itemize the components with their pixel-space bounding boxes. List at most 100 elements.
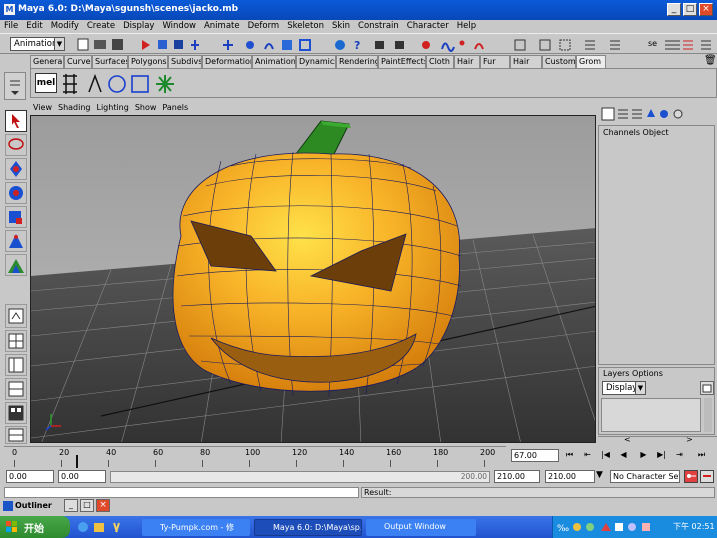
character-set-field[interactable]: No Character Set: [610, 470, 680, 483]
taskbar-item-output-window[interactable]: Output Window: [366, 519, 476, 536]
shelf-tab-hair-2[interactable]: Hair: [510, 55, 542, 68]
shelf-icons[interactable]: [59, 72, 179, 96]
close-button[interactable]: ×: [699, 3, 713, 16]
viewport-canvas[interactable]: [31, 116, 596, 443]
menu-modify[interactable]: Modify: [47, 20, 83, 32]
maximize-button[interactable]: □: [683, 3, 697, 16]
shelf-tab-rendering[interactable]: Rendering: [336, 55, 378, 68]
layout-single-button[interactable]: [5, 304, 27, 328]
viewport-menu-shading[interactable]: Shading: [55, 103, 94, 112]
sel-mode-icons[interactable]: [662, 37, 714, 53]
layer-menu[interactable]: Layers Options: [603, 369, 663, 378]
viewport-menu-view[interactable]: View: [30, 103, 55, 112]
go-to-end-button[interactable]: ⏭: [695, 448, 708, 462]
menu-skin[interactable]: Skin: [328, 20, 354, 32]
shelf-tab-hair-1[interactable]: Hair: [454, 55, 480, 68]
menu-window[interactable]: Window: [158, 20, 200, 32]
quick-launch[interactable]: [76, 520, 134, 534]
menu-edit[interactable]: Edit: [22, 20, 46, 32]
move-tool[interactable]: [5, 158, 27, 180]
shelf-tab-painteffects[interactable]: PaintEffects: [378, 55, 426, 68]
shelf-tab-custom[interactable]: Custom: [542, 55, 576, 68]
range-slider[interactable]: 200.00: [110, 471, 490, 483]
minimize-button[interactable]: _: [667, 3, 681, 16]
step-forward-key-button[interactable]: ⇥: [673, 448, 686, 462]
shelf-tab-surfaces[interactable]: Surfaces: [92, 55, 128, 68]
menu-set-dropdown[interactable]: Animation ▼: [10, 37, 65, 51]
time-slider[interactable]: 0 20 40 60 80 100 120 140 160 180 200: [4, 446, 506, 469]
viewport-menu-panels[interactable]: Panels: [159, 103, 191, 112]
shelf-tab-animation[interactable]: Animation: [252, 55, 296, 68]
shelf-tab-deformation[interactable]: Deformation: [202, 55, 252, 68]
mel-shelf-button[interactable]: mel: [35, 73, 57, 93]
outliner-window-bar[interactable]: Outliner _ □ ×: [0, 498, 115, 514]
channel-box-menu[interactable]: Channels Object: [603, 128, 669, 137]
step-back-frame-button[interactable]: |◀: [599, 448, 612, 462]
current-frame-field[interactable]: 67.00: [511, 449, 559, 462]
scale-tool[interactable]: [5, 206, 27, 228]
outliner-restore-button[interactable]: □: [80, 499, 94, 512]
channel-box-mode-icons[interactable]: [598, 103, 717, 125]
menu-create[interactable]: Create: [83, 20, 119, 32]
shelf-tab-polygons[interactable]: Polygons: [128, 55, 168, 68]
taskbar-item-browser[interactable]: Ty-Pumpk.com - 修: [142, 519, 250, 536]
layer-mode-dropdown[interactable]: Display ▼: [602, 381, 646, 395]
shelf-tab-grom[interactable]: Grom: [576, 55, 606, 68]
outliner-close-button[interactable]: ×: [96, 499, 110, 512]
command-input[interactable]: [4, 487, 359, 498]
menu-display[interactable]: Display: [119, 20, 158, 32]
shelf-tab-curves[interactable]: Curves: [64, 55, 92, 68]
menu-deform[interactable]: Deform: [244, 20, 284, 32]
new-layer-button[interactable]: [700, 381, 714, 395]
panel-scroll-arrows[interactable]: < >: [598, 435, 717, 445]
menu-animate[interactable]: Animate: [200, 20, 244, 32]
auto-key-button[interactable]: [684, 470, 698, 483]
playback-end-field[interactable]: 210.00: [494, 470, 540, 483]
outliner-minimize-button[interactable]: _: [64, 499, 78, 512]
layer-scrollbar[interactable]: [704, 398, 712, 432]
channel-box[interactable]: Channels Object: [598, 125, 715, 365]
shelf-tab-dynamics[interactable]: Dynamics: [296, 55, 336, 68]
chevron-down-icon[interactable]: ▼: [596, 470, 603, 480]
menu-constrain[interactable]: Constrain: [354, 20, 403, 32]
manipulator-tool[interactable]: [5, 230, 27, 252]
viewport-menu-lighting[interactable]: Lighting: [93, 103, 131, 112]
taskbar-item-maya[interactable]: Maya 6.0: D:\Maya\sp...: [254, 519, 362, 536]
play-forwards-button[interactable]: ▶: [637, 448, 650, 462]
trash-icon[interactable]: 🗑: [704, 55, 717, 66]
layout-four-button[interactable]: [5, 330, 27, 352]
menu-help[interactable]: Help: [453, 20, 480, 32]
chevron-right-icon[interactable]: >: [686, 435, 693, 444]
current-time-marker[interactable]: [76, 455, 78, 469]
animation-preferences-button[interactable]: [700, 470, 714, 483]
tray-icons[interactable]: ‰: [557, 521, 677, 533]
last-tool[interactable]: [5, 254, 27, 276]
lasso-tool[interactable]: [5, 134, 27, 156]
shelf-tab-general[interactable]: General: [30, 55, 64, 68]
step-back-key-button[interactable]: ⇤: [581, 448, 594, 462]
animation-start-field[interactable]: 0.00: [6, 470, 54, 483]
layer-list[interactable]: [601, 398, 701, 432]
step-forward-frame-button[interactable]: ▶|: [655, 448, 668, 462]
play-backwards-button[interactable]: ◀: [617, 448, 630, 462]
layout-misc-button[interactable]: [5, 426, 27, 444]
status-line-icons[interactable]: ?: [70, 37, 710, 53]
perspective-viewport[interactable]: [30, 115, 596, 443]
go-to-start-button[interactable]: ⏮: [563, 448, 576, 462]
playback-start-field[interactable]: 0.00: [58, 470, 106, 483]
select-tool[interactable]: [5, 110, 27, 132]
animation-end-field[interactable]: 210.00: [545, 470, 595, 483]
menu-skeleton[interactable]: Skeleton: [283, 20, 328, 32]
shelf-menu-button[interactable]: [4, 72, 26, 100]
menu-character[interactable]: Character: [403, 20, 453, 32]
layout-persp-outliner-button[interactable]: [5, 354, 27, 376]
chevron-left-icon[interactable]: <: [624, 435, 631, 444]
layout-persp-graph-button[interactable]: [5, 378, 27, 400]
shelf-tab-fur[interactable]: Fur: [480, 55, 510, 68]
shelf-tab-cloth[interactable]: Cloth: [426, 55, 454, 68]
shelf-tab-subdivs[interactable]: Subdivs: [168, 55, 202, 68]
viewport-menu-show[interactable]: Show: [132, 103, 160, 112]
rotate-tool[interactable]: [5, 182, 27, 204]
layout-hypershade-button[interactable]: [5, 402, 27, 424]
start-button[interactable]: 开始: [0, 516, 70, 538]
